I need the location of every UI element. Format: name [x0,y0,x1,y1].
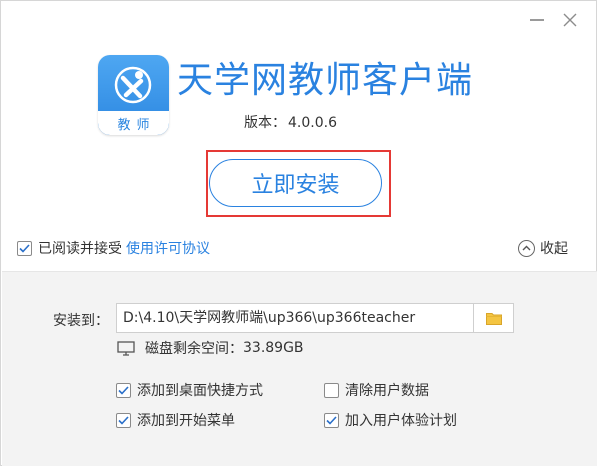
app-icon-label: 教师 [98,111,169,135]
start-menu-checkbox[interactable] [116,412,131,428]
options-panel [2,271,597,466]
close-icon [563,13,577,27]
desktop-shortcut-checkbox[interactable] [116,382,131,398]
option-label: 加入用户体验计划 [345,413,457,429]
disk-space-row: 磁盘剩余空间： 33.89GB [117,338,304,358]
installer-window: 教师 天学网教师客户端 版本： 4.0.0.6 立即安装 已阅读并接受 使用许可协… [0,0,597,466]
folder-icon [485,312,502,325]
option-label: 添加到桌面快捷方式 [137,383,263,399]
license-link[interactable]: 使用许可协议 [126,238,210,258]
version-label: 版本： [244,115,286,131]
install-path-label: 安装到： [53,313,109,329]
option-start-menu[interactable]: 添加到开始菜单 [116,410,235,430]
app-icon: 教师 [98,55,169,135]
checkmark-icon [19,243,30,253]
option-label: 清除用户数据 [345,383,429,399]
checkmark-icon [326,415,337,425]
option-desktop-shortcut[interactable]: 添加到桌面快捷方式 [116,380,263,400]
close-button[interactable] [558,9,582,31]
option-label: 添加到开始菜单 [137,413,235,429]
chevron-up-icon [518,239,535,257]
agreement-text: 已阅读并接受 [38,241,122,257]
user-experience-checkbox[interactable] [324,412,339,428]
collapse-label: 收起 [540,241,568,257]
agreement-checkbox[interactable] [17,240,32,256]
version-value: 4.0.0.6 [288,115,337,131]
minimize-icon [530,19,544,21]
disk-space-label: 磁盘剩余空间： [145,341,243,357]
collapse-toggle[interactable]: 收起 [518,238,568,258]
version-info: 版本： 4.0.0.6 [244,112,337,132]
install-path-input[interactable]: D:\4.10\天学网教师端\up366\up366teacher [116,303,474,333]
minimize-button[interactable] [525,9,549,31]
install-button[interactable]: 立即安装 [209,159,382,207]
monitor-icon [117,340,135,356]
clear-user-data-checkbox[interactable] [324,382,339,398]
disk-space-value: 33.89GB [243,340,304,356]
checkmark-icon [118,385,129,395]
app-logo-icon [114,66,152,104]
app-title: 天学网教师客户端 [177,60,474,101]
agreement-row: 已阅读并接受 使用许可协议 [17,238,210,258]
browse-folder-button[interactable] [474,303,514,333]
option-user-experience[interactable]: 加入用户体验计划 [324,410,457,430]
option-clear-user-data[interactable]: 清除用户数据 [324,380,429,400]
checkmark-icon [118,415,129,425]
